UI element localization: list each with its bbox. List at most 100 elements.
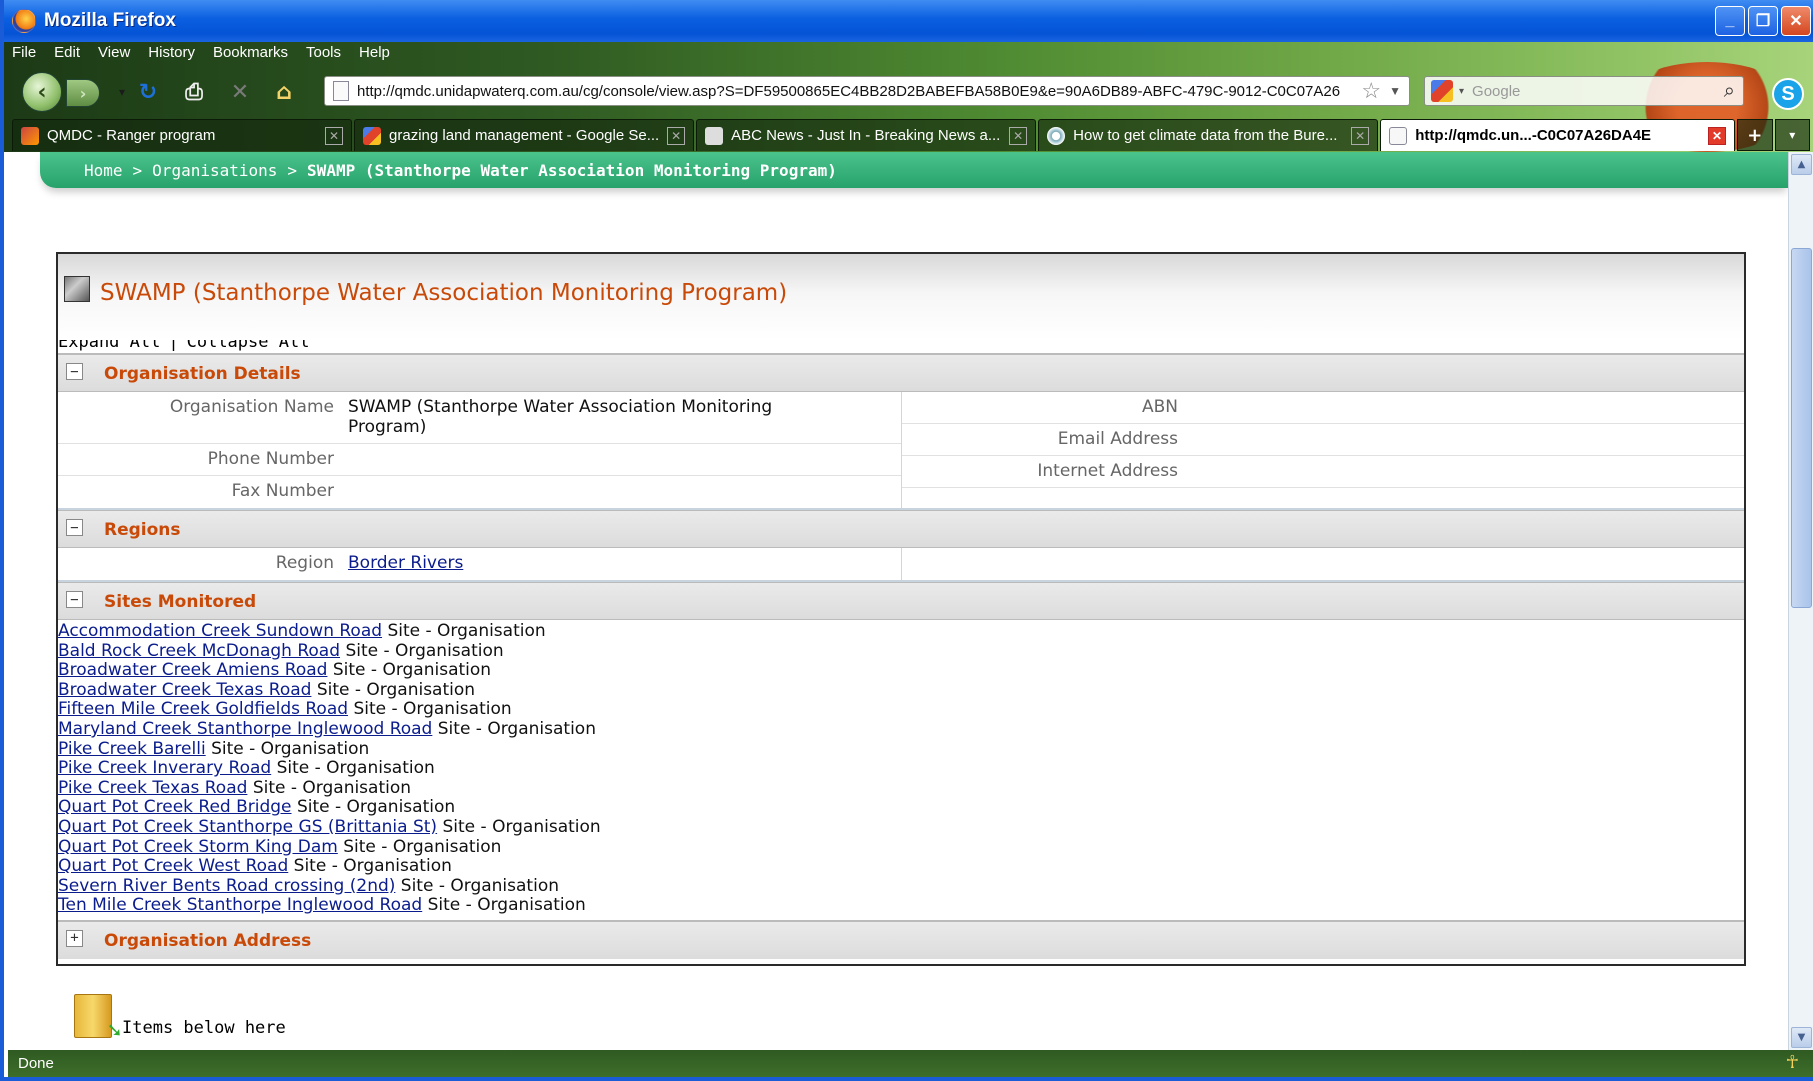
tab-label: grazing land management - Google Se...: [389, 127, 660, 144]
site-link[interactable]: Bald Rock Creek McDonagh Road: [58, 641, 340, 661]
tab-ranger-program[interactable]: QMDC - Ranger program ✕: [12, 119, 353, 151]
list-item: Ten Mile Creek Stanthorpe Inglewood Road…: [58, 896, 1744, 916]
list-item: Fifteen Mile Creek Goldfields Road Site …: [58, 700, 1744, 720]
scroll-up-icon[interactable]: ▲: [1791, 154, 1812, 175]
collapse-icon[interactable]: −: [66, 591, 83, 608]
site-type-label: Site - Organisation: [211, 738, 370, 759]
site-link[interactable]: Quart Pot Creek West Road: [58, 856, 288, 876]
print-icon[interactable]: ⎙: [180, 78, 208, 106]
menu-view[interactable]: View: [96, 44, 132, 66]
scroll-down-icon[interactable]: ▼: [1791, 1027, 1812, 1048]
list-item: Pike Creek Texas Road Site - Organisatio…: [58, 777, 1744, 799]
list-item: Broadwater Creek Amiens Road Site - Orga…: [58, 660, 1744, 681]
site-link[interactable]: Fifteen Mile Creek Goldfields Road: [58, 699, 348, 720]
section-organisation-address[interactable]: + Organisation Address: [58, 920, 1744, 959]
back-button[interactable]: ‹: [22, 72, 62, 112]
details-left-column: Organisation Name SWAMP (Stanthorpe Wate…: [58, 392, 901, 508]
window-controls: _ ❐ ✕: [1715, 6, 1811, 36]
collapse-icon[interactable]: −: [66, 363, 83, 380]
site-link[interactable]: Pike Creek Texas Road: [58, 778, 247, 798]
restore-button[interactable]: ❐: [1748, 6, 1778, 36]
menu-help[interactable]: Help: [357, 44, 392, 66]
search-placeholder[interactable]: Google: [1472, 83, 1724, 100]
site-type-label: Site - Organisation: [442, 816, 601, 837]
site-link[interactable]: Pike Creek Inverary Road: [58, 758, 271, 778]
menu-tools[interactable]: Tools: [304, 44, 343, 66]
tab-close-icon[interactable]: ✕: [1708, 126, 1727, 145]
scroll-thumb[interactable]: [1791, 248, 1812, 608]
list-item: Quart Pot Creek Stanthorpe GS (Brittania…: [58, 816, 1744, 838]
search-icon[interactable]: ⌕: [1724, 80, 1735, 103]
site-type-label: Site - Organisation: [427, 895, 586, 916]
organisation-details-grid: Organisation Name SWAMP (Stanthorpe Wate…: [58, 392, 1744, 510]
field-label: Phone Number: [207, 449, 334, 469]
addon-ankh-icon[interactable]: ☥: [1786, 1052, 1799, 1073]
status-bar: Done ☥: [8, 1050, 1813, 1077]
tab-close-icon[interactable]: ✕: [1009, 126, 1028, 145]
bookmark-star-icon[interactable]: ☆: [1361, 78, 1381, 104]
field-label: Region: [275, 553, 334, 573]
section-sites-monitored[interactable]: − Sites Monitored: [58, 582, 1744, 620]
home-icon[interactable]: ⌂: [270, 78, 298, 106]
email-address-row: Email Address: [902, 424, 1744, 456]
engine-dropdown-icon[interactable]: ▾: [1459, 86, 1464, 97]
skype-icon[interactable]: S: [1772, 78, 1804, 110]
section-regions[interactable]: − Regions: [58, 510, 1744, 548]
title-bar: Mozilla Firefox _ ❐ ✕: [4, 0, 1813, 42]
expand-icon[interactable]: +: [66, 929, 83, 947]
tab-qmdc-active[interactable]: http://qmdc.un...-C0C07A26DA4E ✕: [1380, 119, 1736, 151]
list-item: Broadwater Creek Texas Road Site - Organ…: [58, 680, 1744, 701]
stop-icon[interactable]: ✕: [226, 78, 254, 106]
site-link[interactable]: Quart Pot Creek Stanthorpe GS (Brittania…: [58, 817, 437, 837]
collapse-icon[interactable]: −: [66, 519, 83, 536]
forward-button[interactable]: ›: [66, 79, 100, 107]
site-link[interactable]: Pike Creek Barelli: [58, 739, 206, 759]
list-item: Severn River Bents Road crossing (2nd) S…: [58, 876, 1744, 897]
site-link[interactable]: Ten Mile Creek Stanthorpe Inglewood Road: [58, 895, 422, 916]
site-link[interactable]: Quart Pot Creek Storm King Dam: [58, 837, 338, 857]
globe-icon: [1047, 126, 1066, 145]
page-icon: [1389, 126, 1408, 145]
vertical-scrollbar[interactable]: ▲ ▼: [1788, 152, 1813, 1050]
breadcrumb-home[interactable]: Home: [84, 161, 123, 180]
url-dropdown-icon[interactable]: ▼: [1389, 84, 1401, 98]
menu-bookmarks[interactable]: Bookmarks: [211, 44, 290, 66]
new-tab-button[interactable]: +: [1737, 119, 1773, 151]
site-link[interactable]: Broadwater Creek Amiens Road: [58, 660, 327, 680]
abn-row: ABN: [902, 392, 1744, 424]
tab-close-icon[interactable]: ✕: [667, 126, 686, 145]
site-link[interactable]: Quart Pot Creek Red Bridge: [58, 797, 292, 818]
tab-close-icon[interactable]: ✕: [325, 126, 344, 145]
tab-google-search[interactable]: grazing land management - Google Se... ✕: [354, 119, 695, 151]
history-dropdown-icon[interactable]: ▾: [108, 78, 136, 106]
breadcrumb-organisations[interactable]: Organisations: [152, 161, 277, 180]
google-engine-icon[interactable]: [1431, 80, 1453, 102]
site-link[interactable]: Maryland Creek Stanthorpe Inglewood Road: [58, 719, 432, 739]
breadcrumb-separator: >: [132, 160, 143, 180]
tab-abc-news[interactable]: ABC News - Just In - Breaking News a... …: [696, 119, 1037, 151]
field-label: Internet Address: [1037, 461, 1178, 481]
tab-close-icon[interactable]: ✕: [1351, 126, 1370, 145]
site-type-label: Site - Organisation: [252, 777, 412, 798]
breadcrumb-current: SWAMP (Stanthorpe Water Association Moni…: [307, 160, 837, 180]
section-organisation-details[interactable]: − Organisation Details: [58, 354, 1744, 392]
reload-icon[interactable]: ↻: [134, 78, 162, 106]
field-label: Email Address: [1057, 429, 1178, 449]
menu-edit[interactable]: Edit: [52, 44, 82, 66]
minimize-button[interactable]: _: [1715, 6, 1745, 36]
site-type-label: Site - Organisation: [296, 797, 456, 818]
menu-history[interactable]: History: [146, 44, 197, 66]
close-window-button[interactable]: ✕: [1781, 6, 1811, 36]
tab-list-button[interactable]: ▾: [1774, 119, 1810, 151]
site-link[interactable]: Severn River Bents Road crossing (2nd): [58, 876, 395, 896]
region-link[interactable]: Border Rivers: [348, 553, 463, 573]
site-link[interactable]: Accommodation Creek Sundown Road: [58, 621, 382, 641]
url-text[interactable]: http://qmdc.unidapwaterq.com.au/cg/conso…: [357, 83, 1353, 100]
page-viewport: Home > Organisations > SWAMP (Stanthorpe…: [8, 152, 1788, 1050]
search-bar[interactable]: ▾ Google ⌕: [1424, 76, 1744, 106]
address-bar[interactable]: http://qmdc.unidapwaterq.com.au/cg/conso…: [324, 76, 1410, 106]
tab-climate-data[interactable]: How to get climate data from the Bure...…: [1038, 119, 1379, 151]
section-title: Sites Monitored: [104, 592, 257, 612]
site-link[interactable]: Broadwater Creek Texas Road: [58, 680, 311, 700]
menu-file[interactable]: File: [10, 44, 38, 66]
